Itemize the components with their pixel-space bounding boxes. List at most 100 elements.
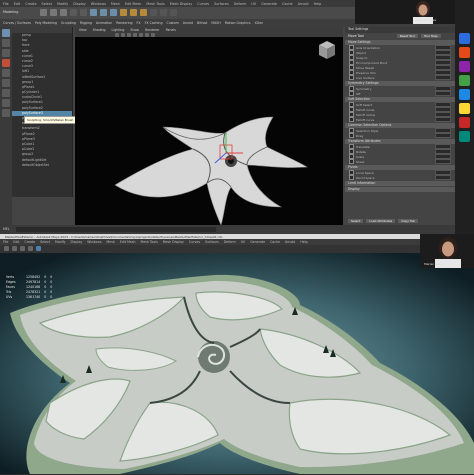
smooth-shade-icon[interactable]	[133, 32, 137, 37]
outliner-item[interactable]: defaultObjectSet	[12, 163, 72, 168]
viewport-menu-show[interactable]: Show	[130, 28, 139, 32]
save-scene-icon[interactable]	[60, 9, 67, 16]
menu-item-arnold[interactable]: Arnold	[285, 240, 295, 244]
menu-item-display[interactable]: Display	[73, 2, 86, 6]
shelf-tab-fx-caching[interactable]: FX Caching	[145, 21, 163, 25]
render-viewport[interactable]: Verts 1258492 0 0 Edges 2497814 0 0 Faces 1240168…	[0, 253, 474, 474]
attr-bottom-button[interactable]: Load Attributes	[366, 219, 396, 223]
attr-checkbox[interactable]	[349, 159, 354, 164]
menu-item-cache[interactable]: Cache	[282, 2, 293, 6]
menu-item-cache[interactable]: Cache	[270, 240, 280, 244]
attr-checkbox[interactable]	[349, 75, 354, 80]
redo-icon[interactable]	[80, 9, 87, 16]
paint-select-icon[interactable]	[2, 49, 10, 57]
attr-checkbox[interactable]	[349, 117, 354, 122]
menu-item-edit[interactable]: Edit	[13, 240, 19, 244]
shelf-tab-rigging[interactable]: Rigging	[80, 21, 92, 25]
render-view-icon[interactable]	[36, 246, 41, 251]
menu-item-mesh[interactable]: Mesh	[111, 2, 120, 6]
viewport-menu-renderer[interactable]: Renderer	[145, 28, 160, 32]
attr-checkbox[interactable]	[349, 133, 354, 138]
app-icon-8[interactable]	[459, 131, 470, 142]
attr-field[interactable]	[435, 158, 451, 165]
command-line[interactable]: MEL	[0, 225, 455, 234]
xray-icon[interactable]	[151, 32, 155, 37]
menu-item-uv[interactable]: UV	[241, 240, 246, 244]
attr-bottom-button[interactable]: Select	[348, 219, 364, 223]
snap-point-icon[interactable]	[140, 9, 147, 16]
menu-item-generate[interactable]: Generate	[250, 240, 265, 244]
perspective-viewport[interactable]	[75, 37, 343, 226]
scale-icon[interactable]	[28, 246, 33, 251]
select-tool-icon[interactable]	[2, 29, 10, 37]
viewport-menu-shading[interactable]: Shading	[93, 28, 106, 32]
shelf-tab-xgen[interactable]: XGen	[255, 21, 264, 25]
menu-item-curves[interactable]: Curves	[189, 240, 200, 244]
menu-item-edit-mesh[interactable]: Edit Mesh	[125, 2, 142, 6]
app-icon-6[interactable]	[459, 103, 470, 114]
shelf-tab-curves-surfaces[interactable]: Curves / Surfaces	[3, 21, 31, 25]
menu-item-windows[interactable]: Windows	[87, 240, 101, 244]
layout-four-icon[interactable]	[2, 99, 10, 107]
rotate-tool-icon[interactable]	[2, 69, 10, 77]
attr-checkbox[interactable]	[349, 175, 354, 180]
menu-item-edit-mesh[interactable]: Edit Mesh	[120, 240, 136, 244]
app-icon-1[interactable]	[459, 33, 470, 44]
undo-icon[interactable]	[70, 9, 77, 16]
layout-single-icon[interactable]	[2, 89, 10, 97]
render-settings-icon[interactable]	[170, 9, 177, 16]
open-scene-icon[interactable]	[50, 9, 57, 16]
workspace-label[interactable]: Modeling	[3, 10, 18, 15]
shelf-tab-custom[interactable]: Custom	[166, 21, 178, 25]
menu-item-edit[interactable]: Edit	[14, 2, 21, 6]
shelf-tab-rendering[interactable]: Rendering	[116, 21, 132, 25]
menu-item-create[interactable]: Create	[25, 240, 36, 244]
lights-icon[interactable]	[145, 32, 149, 37]
attr-field[interactable]	[435, 74, 451, 81]
menu-item-surfaces[interactable]: Surfaces	[205, 240, 219, 244]
select-hierarchy-icon[interactable]	[90, 9, 97, 16]
snap-grid-icon[interactable]	[120, 9, 127, 16]
app-icon-7[interactable]	[459, 117, 470, 128]
shelf-tab-mash[interactable]: MASH	[211, 21, 220, 25]
select-component-icon[interactable]	[110, 9, 117, 16]
app-icon-2[interactable]	[459, 47, 470, 58]
new-scene-icon[interactable]	[40, 9, 47, 16]
menu-item-windows[interactable]: Windows	[91, 2, 106, 6]
menu-item-deform[interactable]: Deform	[224, 240, 236, 244]
camera-icon[interactable]	[115, 32, 119, 37]
attr-bottom-button[interactable]: Copy Tab	[398, 219, 418, 223]
command-input[interactable]	[16, 227, 216, 232]
shelf-tab-motion-graphics[interactable]: Motion Graphics	[225, 21, 251, 25]
reset-tool-button[interactable]: Reset Tool	[396, 34, 418, 38]
select-object-icon[interactable]	[100, 9, 107, 16]
menu-item-generate[interactable]: Generate	[261, 2, 277, 6]
menu-item-file[interactable]: File	[3, 240, 8, 244]
menu-item-mesh-tools[interactable]: Mesh Tools	[141, 240, 158, 244]
menu-item-mesh-display[interactable]: Mesh Display	[163, 240, 184, 244]
menu-item-mesh[interactable]: Mesh	[107, 240, 115, 244]
viewport-menu-view[interactable]: View	[79, 28, 87, 32]
menu-item-surfaces[interactable]: Surfaces	[214, 2, 229, 6]
scale-tool-icon[interactable]	[2, 79, 10, 87]
attr-field[interactable]	[435, 174, 451, 181]
menu-item-display[interactable]: Display	[71, 240, 83, 244]
shelf-tab-bifrost[interactable]: Bifrost	[197, 21, 207, 25]
tool-help-button[interactable]: Tool Help	[420, 34, 441, 38]
attr-field[interactable]	[435, 132, 451, 139]
view-cube-icon[interactable]	[319, 41, 335, 59]
menu-item-select[interactable]: Select	[40, 240, 50, 244]
attr-section-header[interactable]: Display	[345, 187, 455, 192]
lasso-tool-icon[interactable]	[2, 39, 10, 47]
shelf-tab-animation[interactable]: Animation	[96, 21, 112, 25]
shelf-tab-sculpting[interactable]: Sculpting	[61, 21, 76, 25]
wireframe-icon[interactable]	[127, 32, 131, 37]
menu-item-modify[interactable]: Modify	[57, 2, 68, 6]
layout-outliner-icon[interactable]	[2, 109, 10, 117]
shelf-tab-arnold[interactable]: Arnold	[183, 21, 193, 25]
menu-item-create[interactable]: Create	[25, 2, 36, 6]
menu-item-help[interactable]: Help	[300, 240, 307, 244]
app-icon-5[interactable]	[459, 89, 470, 100]
shelf-tab-fx[interactable]: FX	[137, 21, 141, 25]
menu-item-help[interactable]: Help	[314, 2, 322, 6]
